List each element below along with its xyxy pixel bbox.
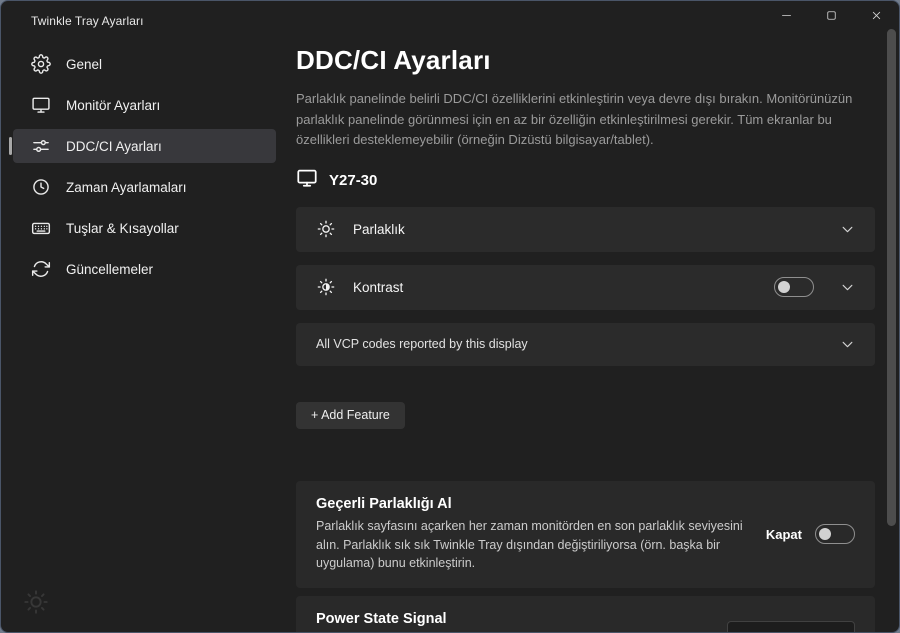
contrast-icon xyxy=(316,277,336,297)
window-controls xyxy=(764,1,899,35)
window-title: Twinkle Tray Ayarları xyxy=(31,14,144,28)
section-title: Power State Signal xyxy=(316,611,711,627)
get-brightness-toggle[interactable] xyxy=(815,524,855,544)
section-control: Kapat xyxy=(766,524,855,544)
chevron-down-icon[interactable] xyxy=(840,337,855,352)
section-control: Power off (5) xyxy=(727,621,855,633)
sidebar-item-time-adjustments[interactable]: Zaman Ayarlamaları xyxy=(13,170,276,204)
device-name: Y27-30 xyxy=(329,172,377,189)
main-content: DDC/CI Ayarları Parlaklık panelinde beli… xyxy=(288,41,899,632)
sidebar-item-label: Monitör Ayarları xyxy=(66,98,160,113)
sidebar-item-label: Güncellemeler xyxy=(66,262,153,277)
sidebar-item-hotkeys[interactable]: Tuşlar & Kısayollar xyxy=(13,211,276,245)
scrollbar-thumb[interactable] xyxy=(887,29,896,526)
maximize-button[interactable] xyxy=(809,1,854,35)
maximize-icon xyxy=(824,8,839,28)
refresh-icon xyxy=(31,259,51,279)
section-description: Parlaklık sayfasını açarken her zaman mo… xyxy=(316,517,750,573)
sidebar-item-label: Tuşlar & Kısayollar xyxy=(66,221,179,236)
sidebar: Genel Monitör Ayarları DDC/CI Ayarları Z… xyxy=(1,41,288,632)
sidebar-item-label: Genel xyxy=(66,57,102,72)
chevron-down-icon[interactable] xyxy=(840,222,855,237)
toggle-knob xyxy=(819,528,831,540)
monitor-icon xyxy=(296,167,318,194)
clock-icon xyxy=(31,177,51,197)
feature-label: All VCP codes reported by this display xyxy=(316,337,528,351)
toggle-knob xyxy=(778,281,790,293)
minimize-button[interactable] xyxy=(764,1,809,35)
minimize-icon xyxy=(779,8,794,28)
contrast-toggle[interactable] xyxy=(774,277,814,297)
section-power-state-signal: Power State Signal When sending the DDC/… xyxy=(296,596,875,633)
page-title: DDC/CI Ayarları xyxy=(296,45,875,76)
settings-sections: Geçerli Parlaklığı Al Parlaklık sayfasın… xyxy=(296,481,875,633)
app-window: Twinkle Tray Ayarları Genel xyxy=(0,0,900,633)
sidebar-item-label: DDC/CI Ayarları xyxy=(66,139,162,154)
chevron-down-icon[interactable] xyxy=(840,280,855,295)
sidebar-item-updates[interactable]: Güncellemeler xyxy=(13,252,276,286)
add-feature-button[interactable]: + Add Feature xyxy=(296,402,405,429)
feature-label: Kontrast xyxy=(353,280,403,295)
feature-row-contrast[interactable]: Kontrast xyxy=(296,265,875,310)
sidebar-item-general[interactable]: Genel xyxy=(13,47,276,81)
feature-row-all-vcp-codes[interactable]: All VCP codes reported by this display xyxy=(296,323,875,366)
sliders-icon xyxy=(31,136,51,156)
section-text: Geçerli Parlaklığı Al Parlaklık sayfasın… xyxy=(316,496,750,573)
app-logo-watermark-icon xyxy=(22,588,50,616)
section-title: Geçerli Parlaklığı Al xyxy=(316,496,750,512)
power-state-select[interactable]: Power off (5) xyxy=(727,621,855,633)
keyboard-icon xyxy=(31,218,51,238)
toggle-state-label: Kapat xyxy=(766,527,802,542)
close-icon xyxy=(869,8,884,28)
sidebar-item-label: Zaman Ayarlamaları xyxy=(66,180,187,195)
feature-row-brightness[interactable]: Parlaklık xyxy=(296,207,875,252)
section-text: Power State Signal When sending the DDC/… xyxy=(316,611,711,633)
section-get-current-brightness: Geçerli Parlaklığı Al Parlaklık sayfasın… xyxy=(296,481,875,588)
sidebar-item-monitor-settings[interactable]: Monitör Ayarları xyxy=(13,88,276,122)
feature-list: Parlaklık Kontrast All VCP xyxy=(296,207,875,366)
device-row: Y27-30 xyxy=(296,167,875,194)
monitor-icon xyxy=(31,95,51,115)
gear-icon xyxy=(31,54,51,74)
titlebar: Twinkle Tray Ayarları xyxy=(1,1,899,41)
feature-label: Parlaklık xyxy=(353,222,405,237)
sidebar-item-ddcci-settings[interactable]: DDC/CI Ayarları xyxy=(13,129,276,163)
page-description: Parlaklık panelinde belirli DDC/CI özell… xyxy=(296,89,875,151)
brightness-icon xyxy=(316,219,336,239)
